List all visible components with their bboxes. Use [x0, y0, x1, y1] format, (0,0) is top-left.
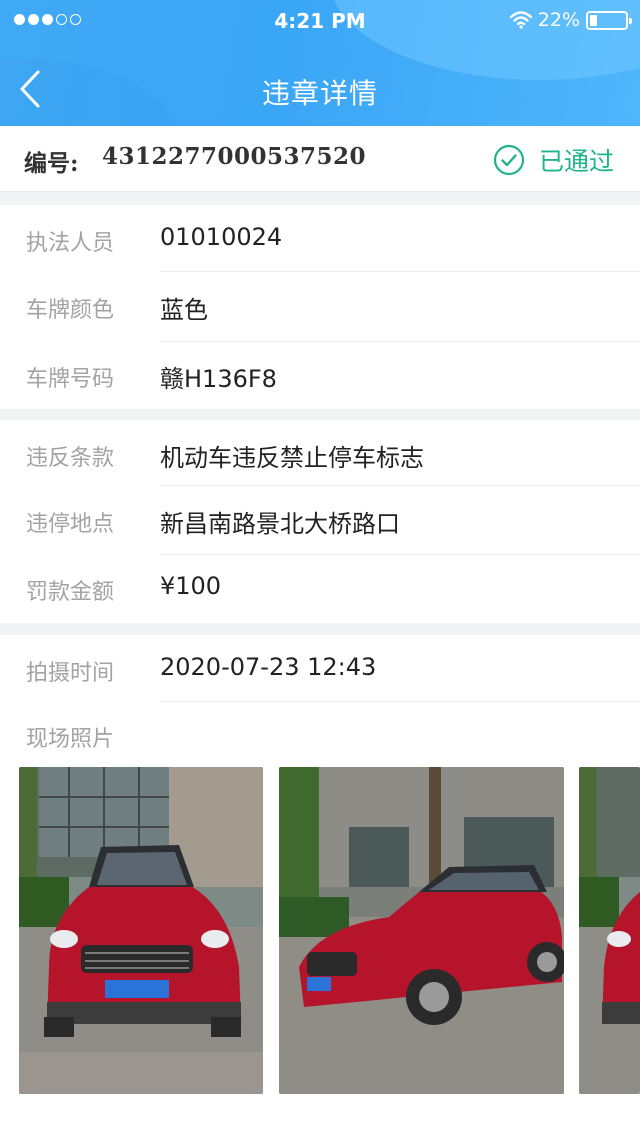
- capture-time-label: 拍摄时间: [26, 661, 115, 686]
- status-badge: 已通过: [493, 142, 614, 178]
- nav-bar: 违章详情: [0, 55, 640, 125]
- officer-value: 01010024: [160, 223, 283, 251]
- check-circle-icon: [493, 144, 525, 176]
- scene-photo[interactable]: [19, 767, 263, 1094]
- detail-row: 现场照片: [0, 701, 640, 768]
- battery-percent: 22%: [537, 9, 580, 31]
- app-header: 4:21 PM 22% 违章详情: [0, 0, 640, 126]
- officer-label: 执法人员: [26, 231, 115, 256]
- violation-section: 违反条款 机动车违反禁止停车标志 违停地点 新昌南路景北大桥路口 罚款金额 ¥1…: [0, 420, 640, 623]
- record-number-row: 编号: 4312277000537520 已通过: [0, 126, 640, 192]
- record-number: 4312277000537520: [102, 143, 367, 170]
- battery-icon: [586, 10, 632, 30]
- status-bar: 4:21 PM 22%: [0, 0, 640, 42]
- detail-row: 罚款金额 ¥100: [0, 554, 640, 621]
- plate-number-label: 车牌号码: [26, 367, 115, 392]
- page-title: 违章详情: [261, 77, 378, 110]
- scene-photo[interactable]: [579, 767, 640, 1094]
- plate-color-label: 车牌颜色: [26, 298, 115, 323]
- detail-row: 拍摄时间 2020-07-23 12:43: [0, 635, 640, 702]
- detail-row: 车牌颜色 蓝色: [0, 272, 640, 339]
- detail-row: 执法人员 01010024: [0, 205, 640, 272]
- record-number-label: 编号:: [24, 150, 79, 177]
- wifi-icon: [509, 11, 532, 29]
- officer-plate-section: 执法人员 01010024 车牌颜色 蓝色 车牌号码 赣H136F8: [0, 205, 640, 409]
- location-value: 新昌南路景北大桥路口: [160, 510, 400, 538]
- scene-photo[interactable]: [279, 767, 564, 1094]
- violation-clause-value: 机动车违反禁止停车标志: [160, 444, 424, 472]
- status-text: 已通过: [538, 147, 614, 176]
- fine-label: 罚款金额: [26, 580, 115, 605]
- battery-status: 22%: [509, 9, 632, 31]
- detail-row: 违反条款 机动车违反禁止停车标志: [0, 420, 640, 487]
- detail-row: 违停地点 新昌南路景北大桥路口: [0, 486, 640, 553]
- violation-clause-label: 违反条款: [26, 446, 115, 471]
- photos-label: 现场照片: [26, 727, 115, 752]
- plate-color-value: 蓝色: [160, 296, 208, 324]
- plate-number-value: 赣H136F8: [160, 365, 277, 393]
- fine-value: ¥100: [160, 572, 222, 600]
- detail-row: 车牌号码 赣H136F8: [0, 341, 640, 408]
- location-label: 违停地点: [26, 512, 115, 537]
- capture-time-value: 2020-07-23 12:43: [160, 653, 377, 681]
